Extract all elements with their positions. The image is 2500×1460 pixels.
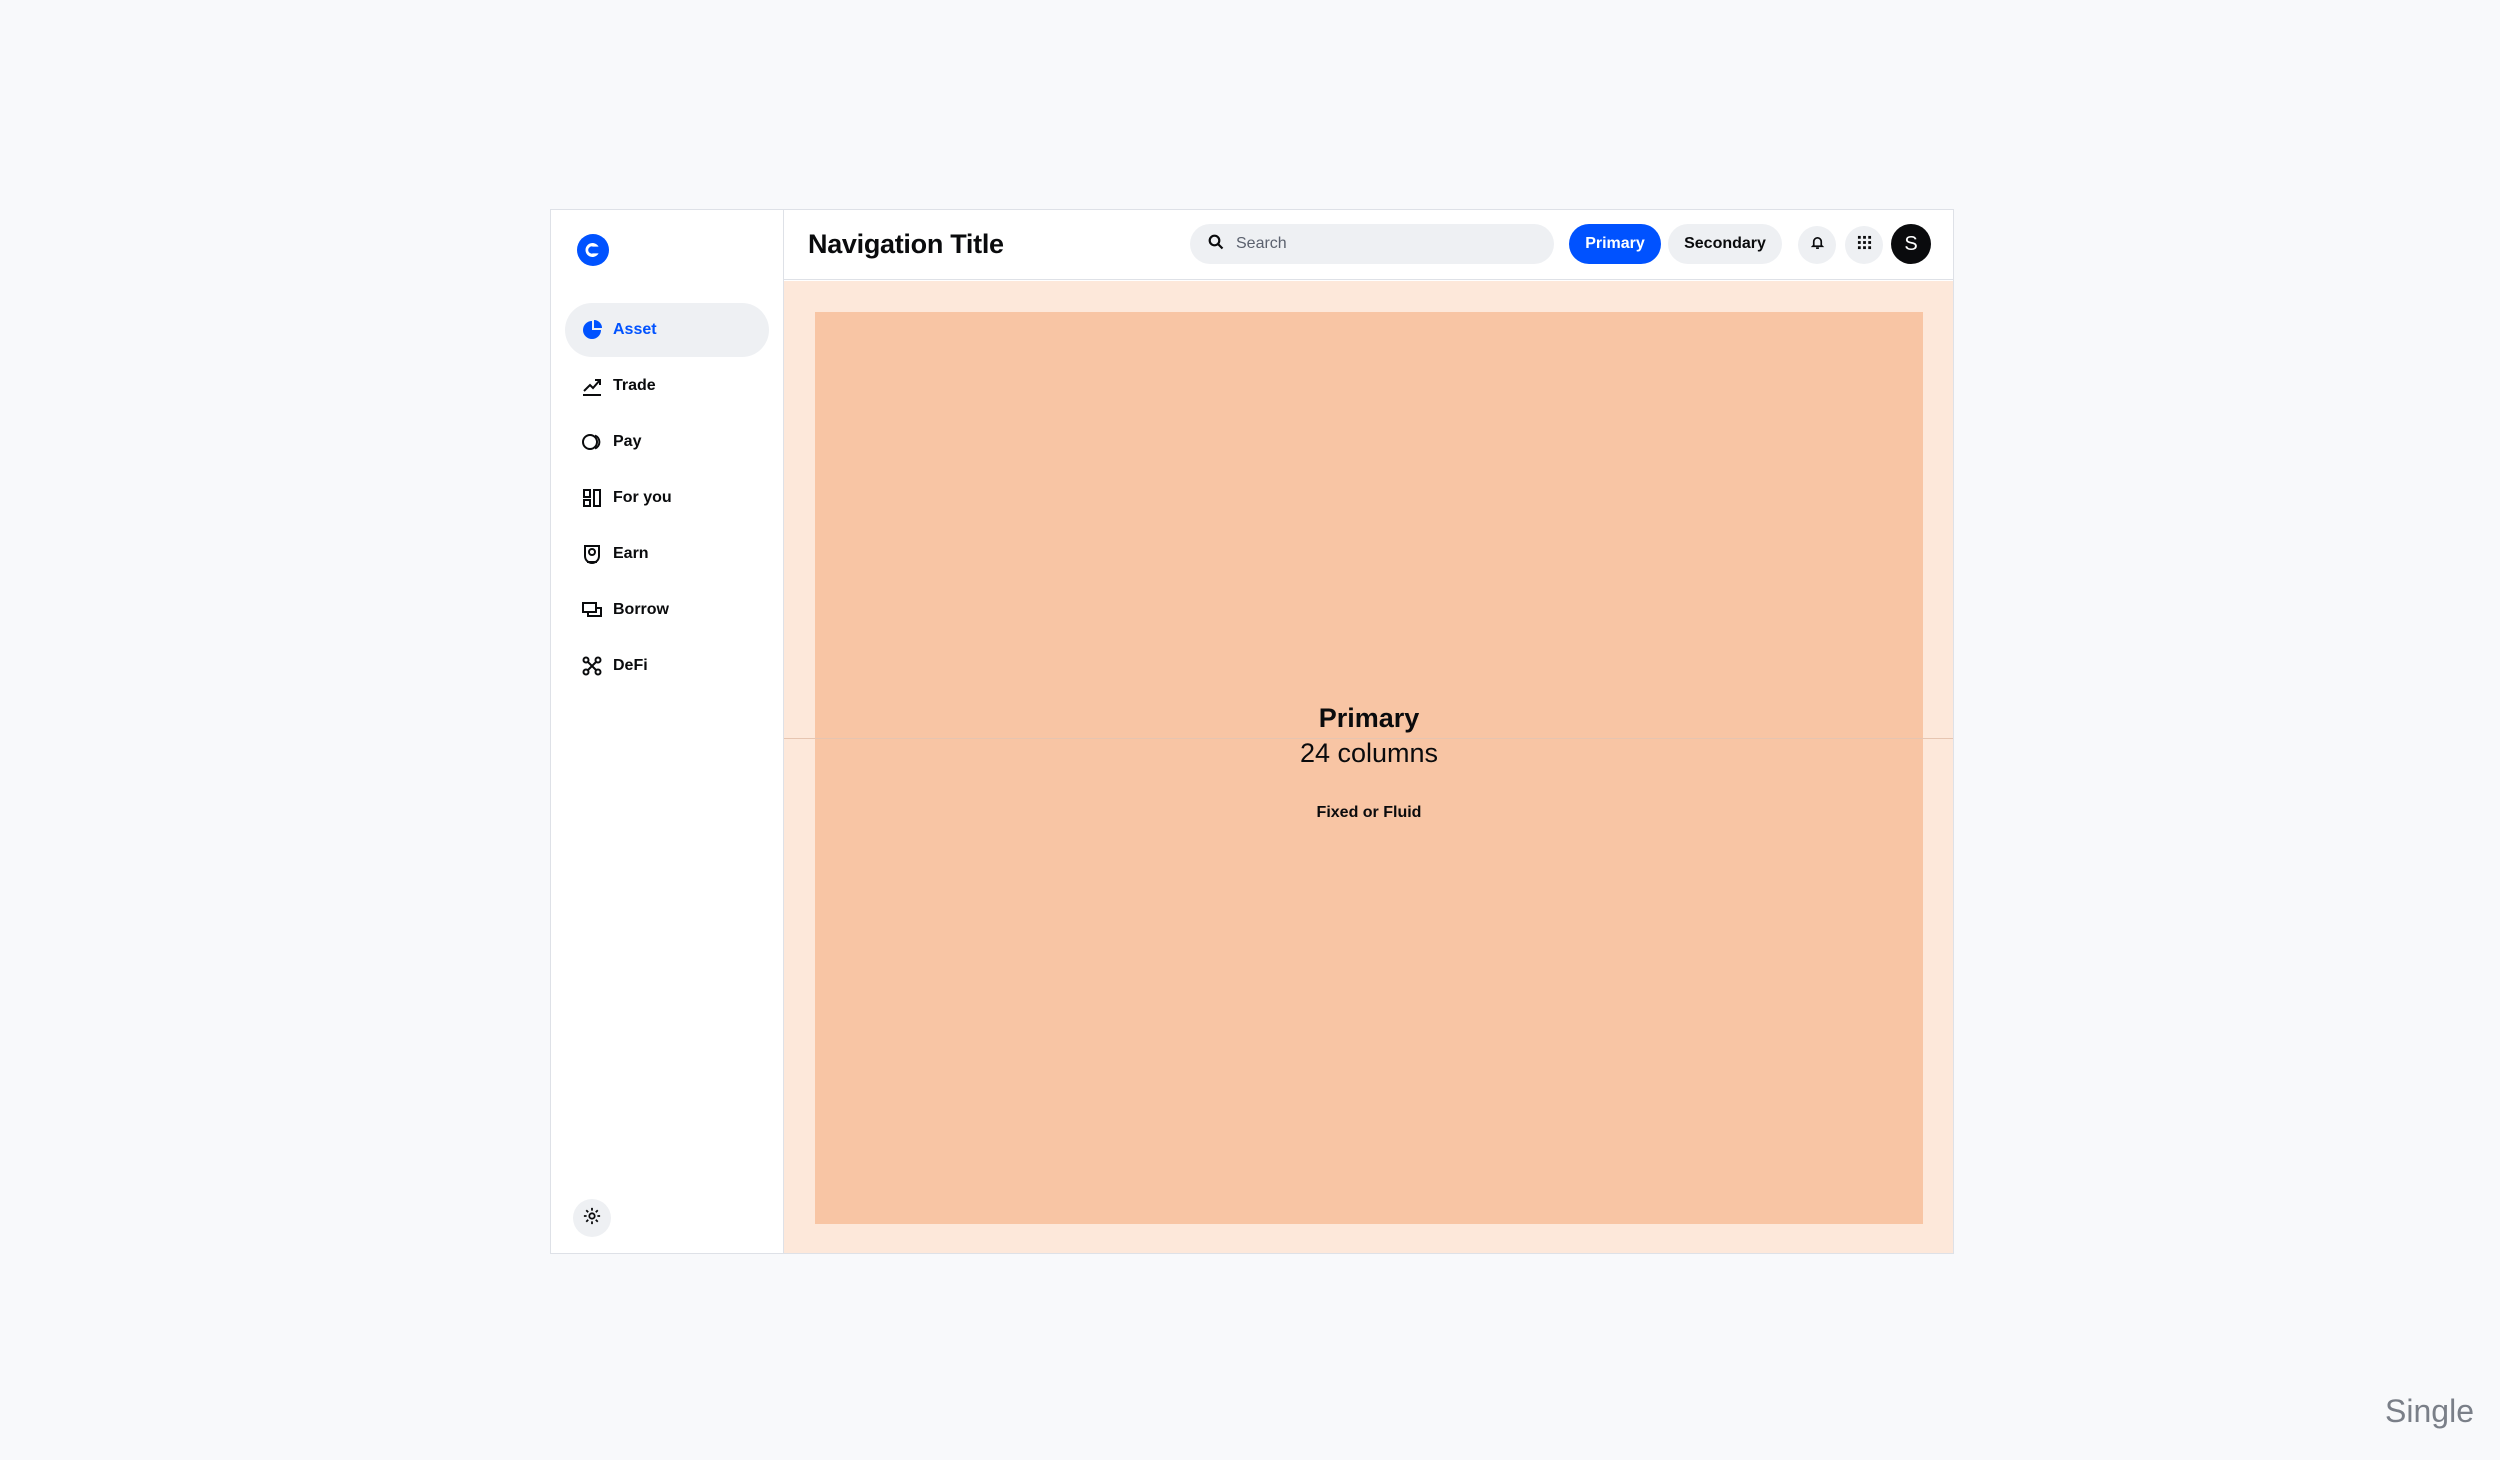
gear-icon — [583, 1207, 601, 1230]
sidebar-item-earn[interactable]: Earn — [565, 527, 769, 581]
search-input[interactable]: Search — [1190, 224, 1554, 264]
sidebar-item-label: Trade — [613, 377, 656, 394]
sidebar-item-pay[interactable]: Pay — [565, 415, 769, 469]
avatar[interactable]: S — [1891, 224, 1931, 264]
page-title: Navigation Title — [808, 229, 1004, 259]
pay-icon — [581, 431, 603, 453]
earn-icon — [581, 543, 603, 565]
bell-icon — [1810, 235, 1825, 255]
apps-button[interactable] — [1845, 226, 1883, 264]
top-bar: Navigation Title Search Primary Secondar… — [784, 210, 1953, 280]
borrow-icon — [581, 599, 603, 621]
region-note: Fixed or Fluid — [1316, 804, 1422, 821]
layout-type-label: Single — [2385, 1393, 2474, 1429]
app-window: Asset Trade Pay For you Earn Borrow DeFi… — [550, 209, 1954, 1254]
secondary-button[interactable]: Secondary — [1668, 224, 1782, 264]
sidebar-item-trade[interactable]: Trade — [565, 359, 769, 413]
sidebar-nav: Asset Trade Pay For you Earn Borrow DeFi — [565, 303, 769, 695]
search-icon — [1208, 234, 1236, 255]
layout-icon — [581, 487, 603, 509]
sidebar-item-label: Earn — [613, 545, 649, 562]
sidebar-item-label: Asset — [613, 321, 657, 338]
sidebar-item-borrow[interactable]: Borrow — [565, 583, 769, 637]
region-title: Primary — [1318, 703, 1420, 733]
sidebar-item-for-you[interactable]: For you — [565, 471, 769, 525]
trend-up-icon — [581, 375, 603, 397]
main-panel: Navigation Title Search Primary Secondar… — [784, 210, 1953, 1253]
sidebar-item-label: Pay — [613, 433, 642, 450]
center-guide-line — [784, 738, 1953, 739]
pie-chart-icon — [581, 319, 603, 341]
sidebar-item-defi[interactable]: DeFi — [565, 639, 769, 693]
settings-button[interactable] — [573, 1199, 611, 1237]
sidebar-item-label: Borrow — [613, 601, 669, 618]
content-margin-area: Primary 24 columns Fixed or Fluid — [784, 281, 1953, 1253]
primary-region: Primary 24 columns Fixed or Fluid — [815, 312, 1923, 1224]
sidebar-item-label: DeFi — [613, 657, 648, 674]
sidebar: Asset Trade Pay For you Earn Borrow DeFi — [551, 210, 784, 1253]
region-subtitle: 24 columns — [1299, 738, 1439, 768]
grid-icon — [1857, 235, 1872, 255]
brand-logo-icon[interactable] — [577, 234, 609, 266]
sidebar-item-asset[interactable]: Asset — [565, 303, 769, 357]
search-placeholder: Search — [1236, 235, 1287, 252]
notifications-button[interactable] — [1798, 226, 1836, 264]
sidebar-item-label: For you — [613, 489, 672, 506]
primary-button[interactable]: Primary — [1569, 224, 1661, 264]
defi-icon — [581, 655, 603, 677]
